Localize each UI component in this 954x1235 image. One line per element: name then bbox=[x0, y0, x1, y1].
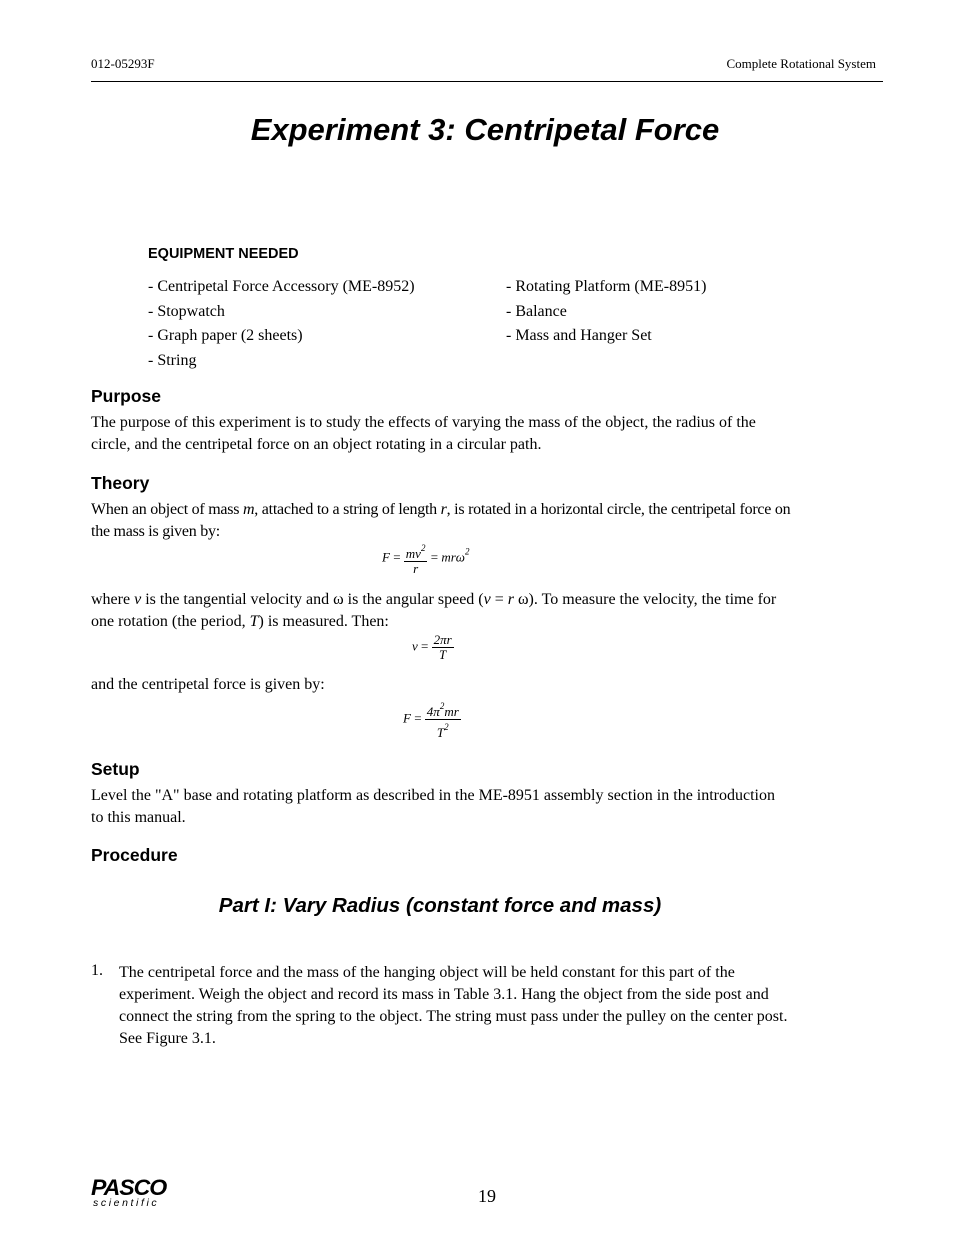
purpose-heading: Purpose bbox=[91, 386, 162, 406]
equipment-item: - Graph paper (2 sheets) bbox=[148, 327, 303, 344]
equation-centripetal-force-period: F = 4π2mr T2 bbox=[403, 701, 461, 740]
theory-paragraph-2: where v is the tangential velocity and ω… bbox=[91, 591, 777, 630]
page-number: 19 bbox=[478, 1186, 496, 1206]
page-title: Experiment 3: Centripetal Force bbox=[250, 112, 720, 147]
equipment-item: - String bbox=[148, 352, 197, 369]
equation-velocity: v = 2πr T bbox=[412, 632, 454, 662]
logo-wordmark: PASCO bbox=[91, 1175, 167, 1200]
purpose-text: The purpose of this experiment is to stu… bbox=[91, 414, 756, 453]
theory-paragraph-3: and the centripetal force is given by: bbox=[91, 676, 325, 693]
equation-centripetal-force: F = mv2 r = mrω2 bbox=[382, 543, 470, 576]
equipment-item: - Centripetal Force Accessory (ME-8952) bbox=[148, 278, 415, 295]
setup-text: Level the "A" base and rotating platform… bbox=[91, 787, 775, 826]
document-title: Complete Rotational System bbox=[726, 56, 877, 71]
header-rule bbox=[91, 81, 883, 82]
step-number: 1. bbox=[91, 962, 103, 979]
document-number: 012-05293F bbox=[91, 56, 155, 71]
equipment-item: - Mass and Hanger Set bbox=[506, 327, 652, 344]
procedure-heading: Procedure bbox=[91, 845, 178, 865]
step-text: The centripetal force and the mass of th… bbox=[119, 964, 788, 1047]
equipment-heading: EQUIPMENT NEEDED bbox=[148, 246, 299, 262]
equipment-item: - Balance bbox=[506, 303, 567, 320]
equipment-item: - Rotating Platform (ME-8951) bbox=[506, 278, 707, 295]
theory-paragraph-1: When an object of mass m, attached to a … bbox=[91, 501, 791, 540]
setup-heading: Setup bbox=[91, 759, 140, 779]
equipment-item: - Stopwatch bbox=[148, 303, 225, 320]
pasco-logo: PASCO scientific bbox=[91, 1175, 167, 1209]
theory-heading: Theory bbox=[91, 473, 150, 493]
part-title: Part I: Vary Radius (constant force and … bbox=[218, 894, 662, 917]
